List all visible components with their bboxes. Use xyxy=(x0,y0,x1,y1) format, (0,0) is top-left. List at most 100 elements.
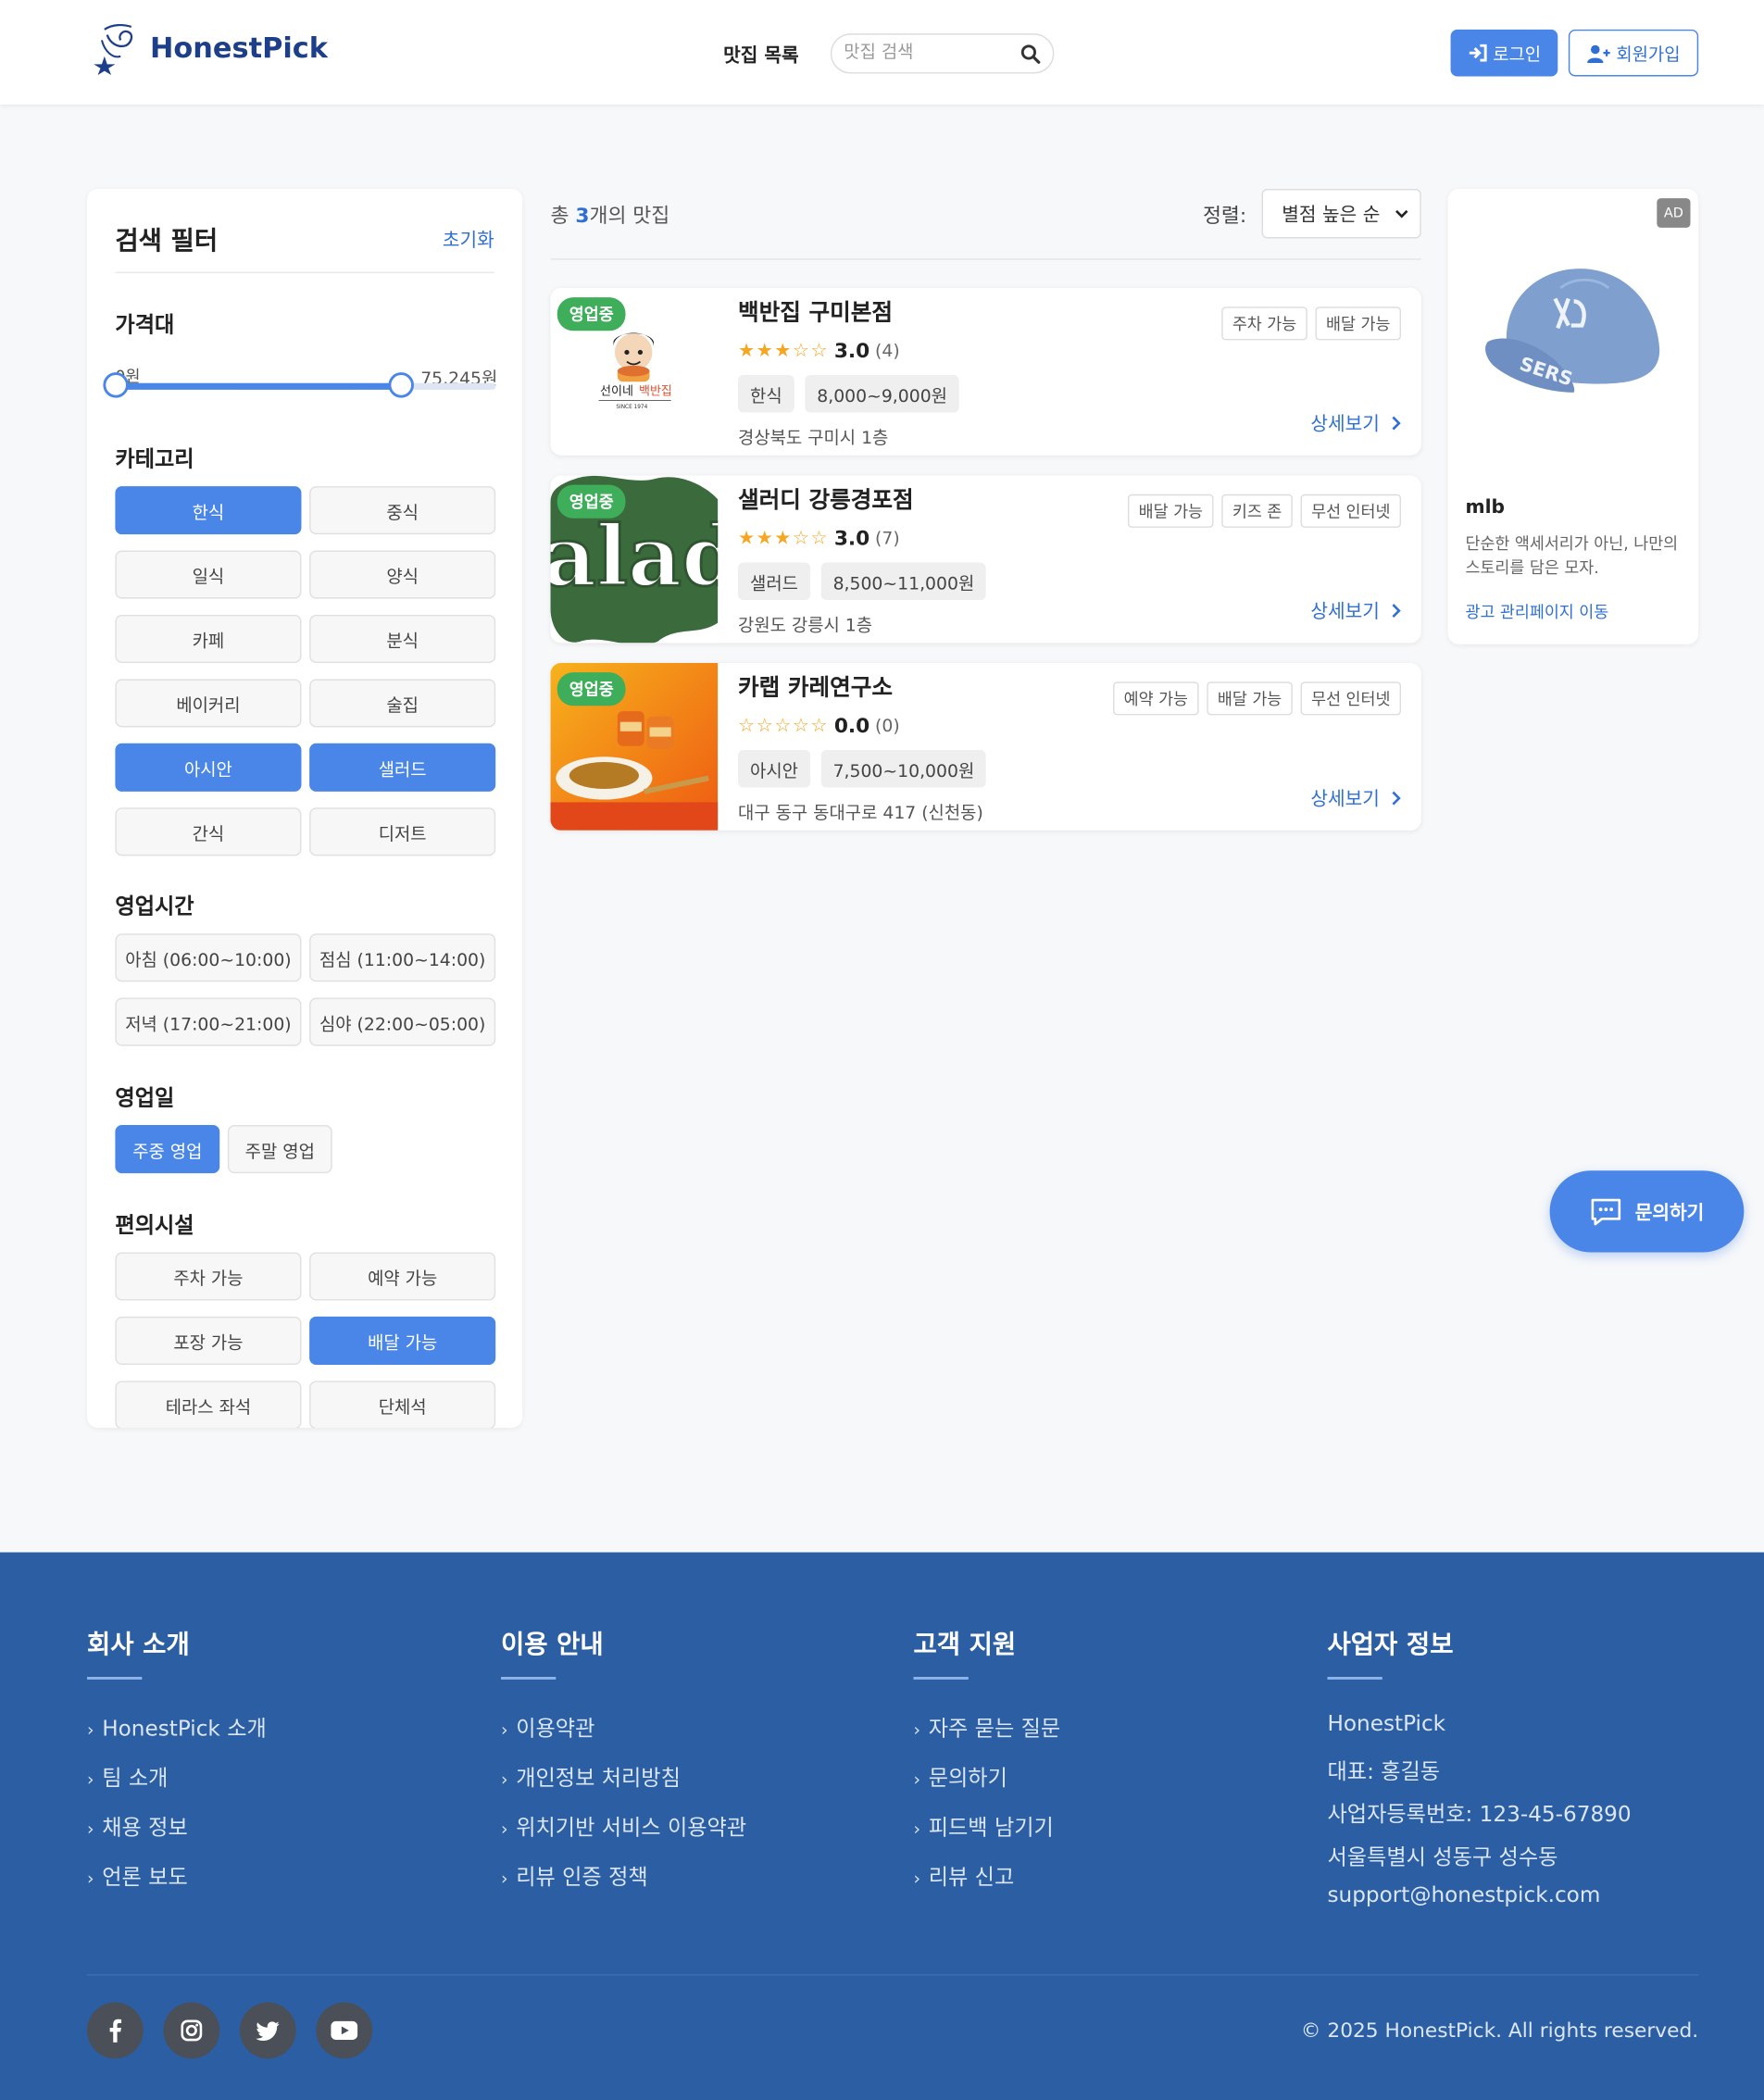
feature-badge: 배달 가능 xyxy=(1128,494,1214,528)
footer-link[interactable]: › 리뷰 인증 정책 xyxy=(501,1859,746,1909)
view-detail-link[interactable]: 상세보기 xyxy=(1310,410,1401,437)
footer-link-label: 위치기반 서비스 이용약관 xyxy=(516,1815,747,1841)
hours-chip[interactable]: 점심 (11:00~14:00) xyxy=(309,933,496,982)
restaurant-tags: 아시안 7,500~10,000원 xyxy=(738,750,987,788)
restaurant-card[interactable]: alad 영업중 샐러디 강릉경포점 ★★★☆☆ 3.0 (7) 샐러드 8,5… xyxy=(550,475,1421,644)
price-range-min-handle[interactable] xyxy=(103,372,129,398)
inquiry-button[interactable]: 문의하기 xyxy=(1549,1170,1745,1253)
feature-badges: 배달 가능 키즈 존 무선 인터넷 xyxy=(1128,494,1402,528)
rating-stars: ★★★☆☆ xyxy=(738,340,830,362)
restaurant-name[interactable]: 백반집 구미본점 xyxy=(738,294,893,327)
restaurant-card[interactable]: 선이네 백반집 SINCE 1974 영업중 백반집 구미본점 ★★★☆☆ 3.… xyxy=(550,287,1421,456)
search-icon[interactable] xyxy=(1020,44,1041,65)
inquiry-label: 문의하기 xyxy=(1634,1202,1705,1224)
view-detail-link[interactable]: 상세보기 xyxy=(1310,597,1401,624)
restaurant-rating: ★★★☆☆ 3.0 (4) xyxy=(738,339,900,363)
view-detail-link[interactable]: 상세보기 xyxy=(1310,785,1401,812)
price-tag: 8,500~11,000원 xyxy=(820,562,987,601)
footer-link[interactable]: › 자주 묻는 질문 xyxy=(914,1710,1061,1760)
svg-text:선이네: 선이네 xyxy=(600,385,633,399)
footer-link[interactable]: › 팀 소개 xyxy=(87,1760,267,1810)
filter-reset-button[interactable]: 초기화 xyxy=(443,226,494,253)
search-box xyxy=(830,33,1055,74)
nav-restaurant-list[interactable]: 맛집 목록 xyxy=(723,42,799,69)
facebook-icon[interactable] xyxy=(87,2002,144,2059)
feature-badge: 무선 인터넷 xyxy=(1300,494,1402,528)
restaurant-address: 강원도 강릉시 1층 xyxy=(738,616,873,637)
login-button[interactable]: 로그인 xyxy=(1450,29,1558,77)
category-chip[interactable]: 양식 xyxy=(309,550,496,599)
category-chip[interactable]: 아시안 xyxy=(115,743,302,792)
feature-badge: 무선 인터넷 xyxy=(1300,681,1402,716)
review-count: (4) xyxy=(875,341,900,361)
category-chip[interactable]: 간식 xyxy=(115,807,302,856)
sort-select[interactable]: 별점 높은 순 xyxy=(1261,188,1421,239)
logo-text: HonestPick xyxy=(150,31,329,65)
hours-chip[interactable]: 저녁 (17:00~21:00) xyxy=(115,997,302,1046)
facility-chip[interactable]: 테라스 좌석 xyxy=(115,1381,302,1428)
signup-button[interactable]: 회원가입 xyxy=(1568,29,1699,77)
twitter-icon[interactable] xyxy=(239,2002,296,2059)
restaurant-card[interactable]: 영업중 카랩 카레연구소 ☆☆☆☆☆ 0.0 (0) 아시안 7,500~10,… xyxy=(550,663,1421,831)
view-detail-label: 상세보기 xyxy=(1310,601,1380,623)
review-count: (7) xyxy=(875,528,900,549)
results-count: 총 3개의 맛집 xyxy=(551,201,670,229)
rating-value: 3.0 xyxy=(833,526,870,551)
ad-card[interactable]: AD SERS mlb 단순한 액세서리가 아닌, 나만의 스토리를 담은 모자… xyxy=(1447,188,1699,644)
price-tag: 8,000~9,000원 xyxy=(805,375,960,413)
facility-chip[interactable]: 주차 가능 xyxy=(115,1252,302,1301)
hours-chip[interactable]: 아침 (06:00~10:00) xyxy=(115,933,302,982)
open-status-badge: 영업중 xyxy=(557,672,626,706)
facility-chip[interactable]: 예약 가능 xyxy=(309,1252,496,1301)
facility-chip[interactable]: 단체석 xyxy=(309,1381,496,1428)
category-chip[interactable]: 한식 xyxy=(115,486,302,535)
facility-chip[interactable]: 배달 가능 xyxy=(309,1316,496,1365)
category-chip[interactable]: 샐러드 xyxy=(309,743,496,792)
category-chip[interactable]: 카페 xyxy=(115,614,302,664)
days-chip[interactable]: 주말 영업 xyxy=(227,1125,332,1174)
footer-link[interactable]: › 피드백 남기기 xyxy=(914,1809,1061,1859)
footer-link[interactable]: › 채용 정보 xyxy=(87,1809,267,1859)
search-input[interactable] xyxy=(844,43,1019,63)
feature-badges: 예약 가능 배달 가능 무선 인터넷 xyxy=(1113,681,1402,716)
footer-link-label: 리뷰 인증 정책 xyxy=(516,1864,648,1891)
youtube-icon[interactable] xyxy=(316,2002,373,2059)
svg-text:백반집: 백반집 xyxy=(639,385,672,399)
category-chip[interactable]: 디저트 xyxy=(309,807,496,856)
hours-chip[interactable]: 심야 (22:00~05:00) xyxy=(309,997,496,1046)
category-chip[interactable]: 일식 xyxy=(115,550,302,599)
view-detail-label: 상세보기 xyxy=(1310,788,1380,811)
footer-link-label: 자주 묻는 질문 xyxy=(928,1715,1061,1742)
footer-link[interactable]: › 언론 보도 xyxy=(87,1859,267,1909)
footer-link[interactable]: › 이용약관 xyxy=(501,1710,746,1760)
footer-link[interactable]: › 위치기반 서비스 이용약관 xyxy=(501,1809,746,1859)
feature-badge: 주차 가능 xyxy=(1221,306,1307,341)
logo[interactable]: HonestPick xyxy=(91,21,329,76)
category-tag: 아시안 xyxy=(738,750,810,788)
instagram-icon[interactable] xyxy=(163,2002,220,2059)
footer-link[interactable]: › 문의하기 xyxy=(914,1760,1061,1810)
ad-manage-link[interactable]: 광고 관리페이지 이동 xyxy=(1465,600,1608,623)
price-range-max-handle[interactable] xyxy=(388,372,414,398)
footer-link-label: 피드백 남기기 xyxy=(928,1815,1054,1841)
category-chip[interactable]: 분식 xyxy=(309,614,496,664)
footer-column-support: 고객 지원 › 자주 묻는 질문 › 문의하기 › 피드백 남기기 › 리뷰 신고 xyxy=(913,1625,1061,1909)
footer-link[interactable]: › 리뷰 신고 xyxy=(914,1859,1061,1909)
footer-link[interactable]: › HonestPick 소개 xyxy=(87,1710,267,1760)
chevron-right-icon xyxy=(1392,604,1401,619)
chat-icon xyxy=(1591,1198,1620,1225)
price-range-track[interactable] xyxy=(115,382,496,390)
days-chips: 주중 영업 주말 영업 xyxy=(115,1125,332,1174)
category-chip[interactable]: 중식 xyxy=(309,486,496,535)
feature-badge: 배달 가능 xyxy=(1207,681,1293,716)
footer-link[interactable]: › 개인정보 처리방침 xyxy=(501,1760,746,1810)
facility-chip[interactable]: 포장 가능 xyxy=(115,1316,302,1365)
category-chip[interactable]: 베이커리 xyxy=(115,679,302,728)
restaurant-name[interactable]: 카랩 카레연구소 xyxy=(738,669,893,702)
business-email[interactable]: support@honestpick.com xyxy=(1327,1881,1631,1924)
category-chip[interactable]: 술집 xyxy=(309,679,496,728)
restaurant-name[interactable]: 샐러디 강릉경포점 xyxy=(738,481,914,515)
days-chip[interactable]: 주중 영업 xyxy=(115,1125,220,1174)
footer-link-label: 이용약관 xyxy=(516,1715,595,1742)
footer-column-title: 사업자 정보 xyxy=(1327,1630,1454,1660)
